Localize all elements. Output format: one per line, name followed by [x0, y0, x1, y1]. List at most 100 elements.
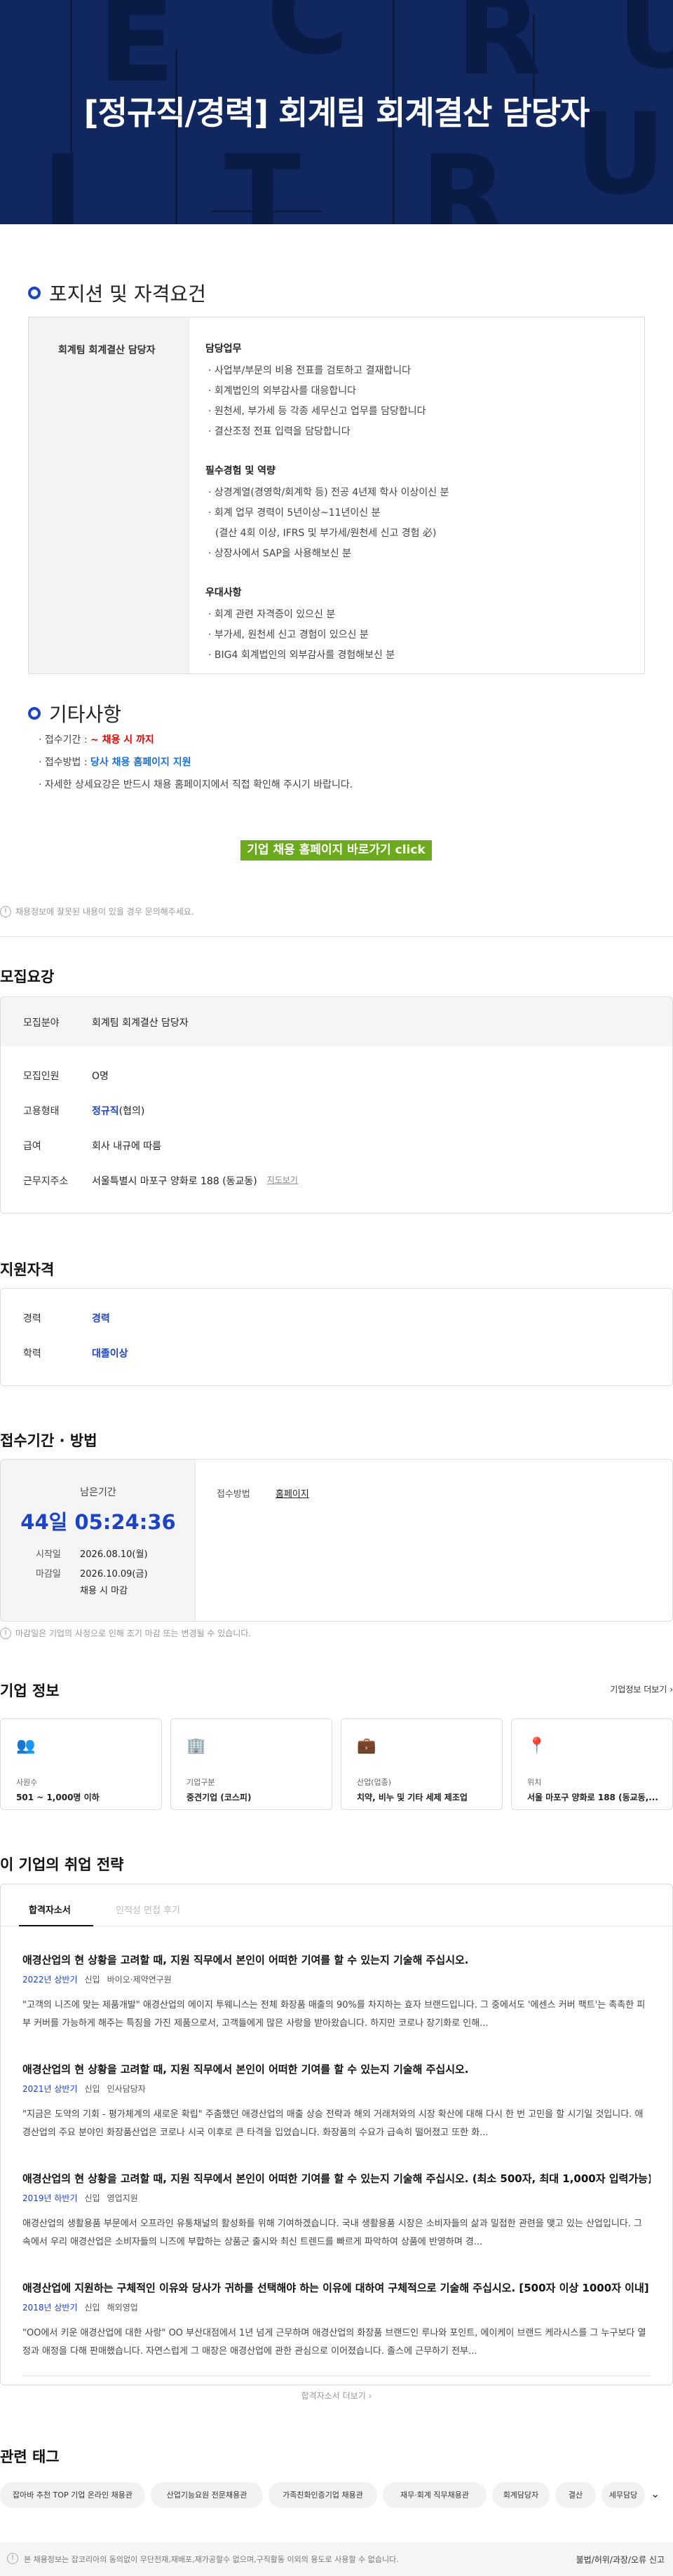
strategy-more-link[interactable]: 합격자소서 더보기 ›	[0, 2390, 673, 2402]
kind: 신입	[84, 2084, 100, 2094]
headcount-row: 모집인원 O명	[23, 1069, 109, 1083]
dept: 영업지원	[107, 2193, 138, 2203]
period-notice: ! 마감일은 기업의 사정으로 인해 조기 마감 또는 변경될 수 있습니다.	[0, 1627, 251, 1639]
duties-group: 담당업무 · 사업부/부문의 비용 전표를 검토하고 결재합니다 · 회계법인의…	[205, 341, 626, 442]
strategy-item[interactable]: 애경산업의 현 상황을 고려할 때, 지원 직무에서 본인이 어떠한 기여를 할…	[22, 2171, 651, 2252]
etc-list: · 접수기간 : ~ 채용 시 까지 · 접수방법 : 당사 채용 홈페이지 지…	[39, 729, 353, 796]
hero-bg-letter: R	[456, 0, 543, 100]
career-label: 경력	[23, 1313, 41, 1324]
tag-chip[interactable]: 잡아바 추천 TOP 기업 온라인 채용관	[0, 2482, 145, 2508]
etc-detail: · 자세한 상세요강은 반드시 채용 홈페이지에서 직접 확인해 주시기 바랍니…	[39, 779, 353, 790]
hero-deco-line	[533, 14, 535, 98]
report-button[interactable]: 불법/허위/과장/오류 신고	[576, 2554, 665, 2565]
tab-active-indicator	[19, 1925, 93, 1926]
list-item: · 회계 관련 자격증이 있으신 분	[208, 609, 336, 620]
end-note: 채용 시 마감	[80, 1586, 128, 1596]
year: 2021년 상반기	[22, 2084, 78, 2094]
strategy-item[interactable]: 애경산업에 지원하는 구체적인 이유와 당사가 귀하를 선택해야 하는 이유에 …	[22, 2280, 651, 2361]
remain-countdown: 44일 05:24:36	[20, 1510, 176, 1534]
edu-value: 대졸이상	[92, 1348, 128, 1359]
end-label: 마감일	[36, 1569, 61, 1580]
question-title[interactable]: 애경산업의 현 상황을 고려할 때, 지원 직무에서 본인이 어떠한 기여를 할…	[22, 1952, 651, 1967]
kind: 신입	[84, 2193, 100, 2203]
location-value: 서울특별시 마포구 양화로 188 (동교동)	[92, 1176, 257, 1187]
strategy-item[interactable]: 애경산업의 현 상황을 고려할 때, 지원 직무에서 본인이 어떠한 기여를 할…	[22, 2062, 651, 2142]
edu-label: 학력	[23, 1348, 41, 1359]
tab-cover-letter[interactable]: 합격자소서	[29, 1903, 71, 1916]
company-more-link[interactable]: 기업정보 더보기 ›	[610, 1683, 673, 1695]
question-title[interactable]: 애경산업에 지원하는 구체적인 이유와 당사가 귀하를 선택해야 하는 이유에 …	[22, 2280, 651, 2295]
summary-box: 모집분야 회계팀 회계결산 담당자 모집인원 O명 고용형태 정규직 (협의) 급여 회사…	[0, 996, 673, 1214]
tag-chip[interactable]: 재무·회계 직무채용관	[383, 2482, 487, 2508]
tag-chip[interactable]: 산업기능요원 전문채용관	[151, 2482, 263, 2508]
list-item: · 상장사에서 SAP을 사용해보신 분	[208, 548, 351, 559]
dept: 해외영업	[107, 2303, 138, 2313]
start-label: 시작일	[36, 1549, 61, 1560]
tag-chip[interactable]: 세무담당	[601, 2482, 645, 2508]
report-notice-text[interactable]: 채용정보에 잘못된 내용이 있을 경우 문의해주세요.	[15, 905, 194, 917]
etc-section-title: 기타사항	[28, 699, 121, 727]
tags-title: 관련 태그	[0, 2448, 60, 2465]
company-homepage-button[interactable]: 기업 채용 홈페이지 바로가기 click	[240, 840, 432, 861]
list-item: · 결산조정 전표 입력을 담당합니다	[208, 426, 351, 437]
footer-notice: 본 채용정보는 잡코리아의 동의없이 무단전재,재배포,재가공할수 없으며,구직…	[24, 2555, 399, 2564]
field-row: 모집분야 회계팀 회계결산 담당자	[23, 1015, 189, 1029]
briefcase-icon: 💼	[357, 1737, 376, 1755]
etc-title-text: 기타사항	[49, 703, 122, 726]
year: 2022년 상반기	[22, 1975, 78, 1985]
hero-bg-letter: R	[421, 130, 508, 225]
answer-excerpt: "OO에서 키운 애경산업에 대한 사랑" OO 부산대점에서 1년 넘게 근무…	[22, 2328, 646, 2357]
period-box: 남은기간 44일 05:24:36 시작일 2026.08.10(월) 마감일 …	[0, 1459, 673, 1622]
kind: 신입	[84, 1975, 100, 1985]
end-value: 2026.10.09(금)	[80, 1569, 148, 1580]
question-meta: 2021년 상반기 신입 인사담당자	[22, 2083, 651, 2095]
etc-deadline: · 접수기간 : ~ 채용 시 까지	[39, 729, 353, 751]
list-item: · BIG4 회계법인의 외부감사를 경험해보신 분	[208, 650, 395, 661]
card-label: 위치	[527, 1778, 542, 1787]
apply-homepage-link[interactable]: 홈페이지	[276, 1486, 309, 1500]
chevron-down-icon[interactable]: ⌄	[651, 2487, 660, 2500]
field-value: 회계팀 회계결산 담당자	[92, 1018, 189, 1029]
answer-excerpt: "지금은 도약의 기회 - 평가체계의 새로운 확립" 주춤했던 애경산업의 매…	[22, 2109, 644, 2138]
hero-deco-line	[175, 49, 177, 224]
career-row: 경력 경력	[23, 1311, 110, 1325]
tag-chip[interactable]: 회계담당자	[492, 2482, 550, 2508]
remain-label: 남은기간	[80, 1487, 116, 1498]
method-value: 당사 채용 홈페이지 지원	[90, 757, 191, 768]
tag-chip[interactable]: 결산	[555, 2482, 596, 2508]
strategy-tabs: 합격자소서 인적성 면접 후기	[1, 1890, 672, 1926]
info-icon: !	[0, 1627, 11, 1639]
answer-excerpt: 애경산업의 생활용품 부문에서 오프라인 유통채널의 활성화를 위해 기여하겠습…	[22, 2219, 642, 2247]
footer-bar: ! 본 채용정보는 잡코리아의 동의없이 무단전재,재배포,재가공할수 없으며,…	[0, 2542, 673, 2576]
field-label: 모집분야	[23, 1018, 60, 1029]
year: 2019년 하반기	[22, 2193, 78, 2203]
strategy-item[interactable]: 애경산업의 현 상황을 고려할 때, 지원 직무에서 본인이 어떠한 기여를 할…	[22, 1952, 651, 2033]
bullet-ring-icon	[28, 707, 41, 720]
list-item: · 회계 업무 경력이 5년이상~11년이신 분	[208, 507, 381, 519]
people-icon: 👥	[16, 1737, 36, 1755]
dept: 바이오·제약연구원	[107, 1975, 172, 1985]
info-icon: !	[0, 905, 11, 917]
list-item: · 사업부/부문의 비용 전표를 검토하고 결재합니다	[208, 365, 412, 376]
card-value: 서울 마포구 양화로 188 (동교동,...	[527, 1793, 658, 1802]
question-title[interactable]: 애경산업의 현 상황을 고려할 때, 지원 직무에서 본인이 어떠한 기여를 할…	[22, 2171, 651, 2186]
company-card-location: 📍 위치 서울 마포구 양화로 188 (동교동,...	[511, 1718, 673, 1810]
hero-banner: E C R U I T R U [정규직/경력] 회계팀 회계결산 담당자	[0, 0, 673, 224]
hero-bg-letter: E	[98, 0, 175, 107]
tab-interview-review[interactable]: 인적성 면접 후기	[116, 1903, 180, 1916]
card-label: 산업(업종)	[357, 1778, 392, 1787]
education-row: 학력 대졸이상	[23, 1346, 128, 1360]
question-meta: 2018년 상반기 신입 해외영업	[22, 2301, 651, 2313]
group-heading: 필수경험 및 역량	[205, 465, 276, 477]
type-row: 고용형태 정규직 (협의)	[23, 1104, 144, 1118]
headcount-label: 모집인원	[23, 1071, 60, 1082]
tag-chip[interactable]: 가족친화인증기업 채용관	[268, 2482, 377, 2508]
company-card-employees: 👥 사원수 501 ~ 1,000명 이하	[0, 1718, 162, 1810]
start-value: 2026.08.10(월)	[80, 1549, 148, 1560]
location-pin-icon: 📍	[527, 1737, 547, 1755]
list-item: · 원천세, 부가세 등 각종 세무신고 업무를 담당합니다	[208, 406, 426, 417]
map-link[interactable]: 지도보기	[267, 1174, 298, 1188]
question-title[interactable]: 애경산업의 현 상황을 고려할 때, 지원 직무에서 본인이 어떠한 기여를 할…	[22, 2062, 651, 2076]
answer-excerpt: "고객의 니즈에 맞는 제품개발" 애경산업의 에이지 투웨니스는 전체 화장품…	[22, 2000, 646, 2029]
list-item: · 상경계열(경영학/회계학 등) 전공 4년제 학사 이상이신 분	[208, 487, 449, 498]
